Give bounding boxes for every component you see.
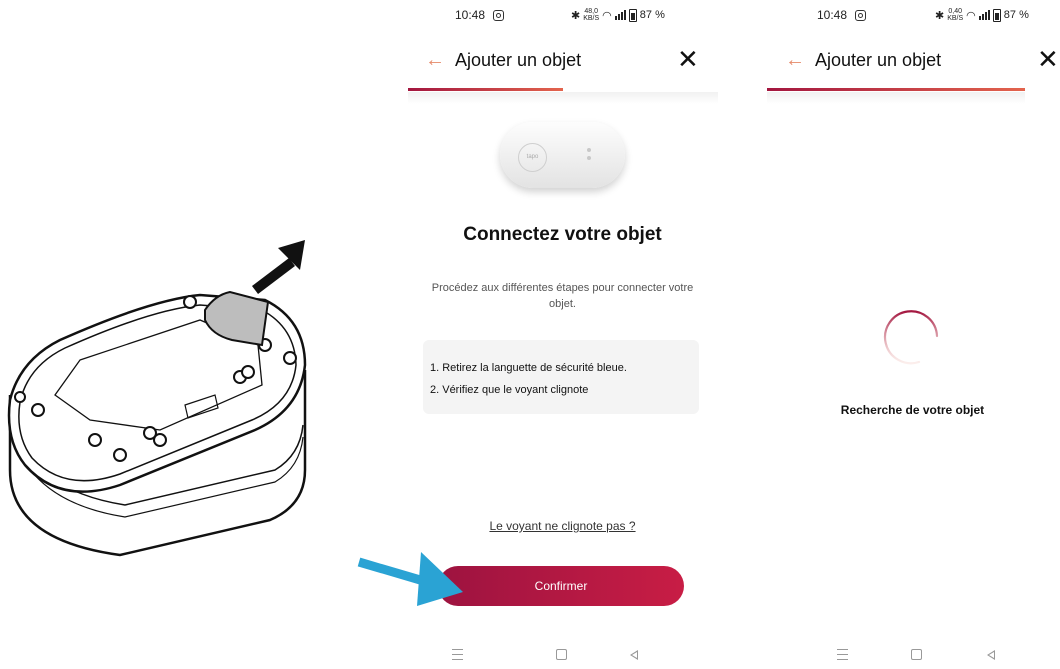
step-2: 2. Vérifiez que le voyant clignote — [430, 384, 589, 396]
device-illustration-panel — [0, 0, 405, 664]
steps-card: 1. Retirez la languette de sécurité bleu… — [423, 340, 699, 414]
battery-icon — [992, 8, 1001, 22]
close-icon[interactable]: ✕ — [677, 46, 699, 72]
network-speed: 0,40 KB/S — [947, 8, 964, 22]
device-led — [587, 156, 591, 160]
page-title: Ajouter un objet — [455, 49, 582, 70]
wifi-icon: ◠ — [602, 9, 612, 22]
searching-status: Recherche de votre objet — [840, 403, 985, 417]
app-bar: ← Ajouter un objet — [425, 44, 581, 76]
up-right-arrow-icon — [251, 240, 305, 294]
progress-bar — [767, 88, 1025, 91]
nav-back-icon[interactable] — [630, 648, 638, 663]
signal-icon — [614, 10, 626, 20]
highlight-arrow-icon — [357, 552, 463, 606]
bluetooth-icon: ✱ — [935, 9, 945, 22]
battery-icon — [628, 8, 637, 22]
status-time: 10:48 — [455, 8, 486, 22]
close-icon[interactable]: ✕ — [1037, 46, 1059, 72]
wifi-icon: ◠ — [966, 9, 976, 22]
status-bar-left: 10:48 — [817, 8, 867, 22]
led-not-blinking-link[interactable]: Le voyant ne clignote pas ? — [405, 519, 720, 533]
status-time: 10:48 — [817, 8, 848, 22]
progress-bar-fill — [767, 88, 1025, 91]
bluetooth-icon: ✱ — [571, 9, 581, 22]
battery-level: 87 % — [639, 9, 665, 21]
nav-menu-icon[interactable] — [837, 648, 848, 663]
header-divider — [408, 92, 718, 104]
progress-bar — [408, 88, 718, 91]
app-bar: ← Ajouter un objet — [785, 44, 941, 76]
header-divider — [767, 92, 1025, 104]
searching-object-screen: 10:48 ✱ 0,40 KB/S ◠ 87 % ← Ajouter un obj… — [765, 0, 1060, 664]
page-title: Ajouter un objet — [815, 49, 942, 70]
instagram-notification-icon — [493, 9, 505, 21]
instagram-notification-icon — [855, 9, 867, 21]
progress-bar-fill — [408, 88, 563, 91]
step-1: 1. Retirez la languette de sécurité bleu… — [430, 362, 627, 374]
back-arrow-icon[interactable]: ← — [785, 49, 815, 72]
loading-spinner-icon — [883, 310, 939, 365]
device-remove-tab-illustration — [7, 240, 307, 557]
battery-level: 87 % — [1003, 9, 1029, 21]
status-bar-right: ✱ 48,0 KB/S ◠ 87 % — [571, 8, 665, 22]
device-led — [587, 148, 591, 152]
device-image: tapo — [500, 122, 625, 188]
connect-heading: Connectez votre objet — [463, 224, 662, 245]
instructions-subtitle: Procédez aux différentes étapes pour con… — [431, 282, 694, 310]
device-logo: tapo — [518, 143, 547, 172]
network-speed: 48,0 KB/S — [583, 8, 600, 22]
back-arrow-icon[interactable]: ← — [425, 49, 455, 72]
nav-home-icon[interactable] — [911, 648, 922, 663]
nav-back-icon[interactable] — [987, 648, 995, 663]
nav-menu-icon[interactable] — [452, 648, 463, 663]
status-bar-right: ✱ 0,40 KB/S ◠ 87 % — [935, 8, 1029, 22]
nav-home-icon[interactable] — [556, 648, 567, 663]
status-bar-left: 10:48 — [455, 8, 505, 22]
signal-icon — [978, 10, 990, 20]
